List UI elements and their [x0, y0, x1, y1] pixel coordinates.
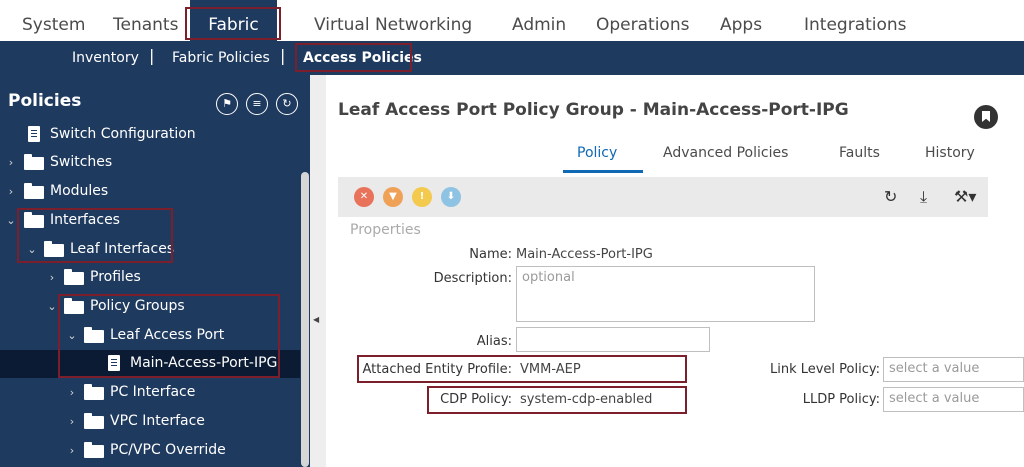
scrollbar-thumb[interactable] [301, 172, 309, 467]
folder-icon [84, 327, 104, 343]
sidebar-title: Policies [8, 91, 82, 111]
refresh-icon[interactable]: ↻ [884, 187, 897, 206]
subnav-fabric-policies[interactable]: Fabric Policies [172, 41, 270, 75]
chevron-right-icon[interactable]: › [6, 156, 16, 170]
attached-entity-profile-label: Attached Entity Profile: [362, 362, 512, 377]
chevron-right-icon[interactable]: › [67, 386, 77, 400]
tree-item-profiles[interactable]: › Profiles [0, 264, 300, 292]
alias-label: Alias: [476, 334, 512, 349]
lldp-policy-select[interactable]: select a value [883, 387, 1024, 412]
alias-field[interactable] [516, 327, 710, 352]
folder-icon [44, 241, 64, 257]
download-icon[interactable]: ⤓ [920, 187, 927, 207]
folder-icon [24, 212, 44, 228]
detail-toolbar: ✕ ▼ ! ⬇ ↻ ⤓ ⚒▾ [338, 177, 988, 217]
nav-fabric[interactable]: Fabric [190, 0, 277, 41]
chevron-down-icon[interactable]: ⌄ [27, 243, 37, 257]
folder-icon [84, 384, 104, 400]
critical-fault-icon[interactable]: ✕ [354, 187, 374, 207]
page-title: Leaf Access Port Policy Group - Main-Acc… [338, 100, 849, 120]
tree-item-pc-vpc-override[interactable]: › PC/VPC Override [0, 437, 300, 465]
folder-icon [84, 413, 104, 429]
chevron-right-icon[interactable]: › [6, 185, 16, 199]
warning-fault-icon[interactable]: ⬇ [441, 187, 461, 207]
chevron-right-icon[interactable]: › [67, 444, 77, 458]
folder-icon [64, 298, 84, 314]
link-level-policy-label: Link Level Policy: [769, 362, 880, 377]
tree-item-leaf-interfaces[interactable]: ⌄ Leaf Interfaces [0, 236, 300, 264]
major-fault-icon[interactable]: ▼ [383, 187, 403, 207]
folder-icon [64, 269, 84, 285]
attached-entity-profile-value[interactable]: VMM-AEP [520, 362, 581, 377]
policies-sidebar: Policies ⚑ ≡ ↻ Switch Configuration › Sw… [0, 75, 310, 467]
chevron-down-icon[interactable]: ⌄ [6, 214, 16, 228]
tools-icon[interactable]: ⚒▾ [954, 187, 976, 206]
sub-navigation: Inventory | Fabric Policies | Access Pol… [0, 41, 1024, 75]
flag-icon[interactable]: ⚑ [216, 93, 238, 115]
tree-item-switch-configuration[interactable]: Switch Configuration [0, 121, 300, 149]
properties-heading: Properties [350, 222, 421, 238]
link-level-policy-select[interactable]: select a value [883, 357, 1024, 382]
subnav-access-policies[interactable]: Access Policies [303, 41, 422, 75]
chevron-down-icon[interactable]: ⌄ [47, 300, 57, 314]
refresh-icon[interactable]: ↻ [276, 93, 298, 115]
folder-icon [24, 183, 44, 199]
folder-icon [24, 154, 44, 170]
document-icon [108, 355, 120, 371]
tab-history[interactable]: History [925, 145, 975, 161]
tree-item-vpc-interface[interactable]: › VPC Interface [0, 408, 300, 436]
cdp-policy-label: CDP Policy: [440, 392, 512, 407]
document-icon [28, 126, 40, 142]
chevron-right-icon[interactable]: › [67, 415, 77, 429]
chevron-right-icon[interactable]: › [47, 271, 57, 285]
panel-splitter[interactable]: ◀ [310, 75, 326, 467]
bookmark-icon[interactable] [974, 105, 998, 129]
tab-advanced-policies[interactable]: Advanced Policies [663, 145, 788, 161]
nav-apps[interactable]: Apps [720, 0, 762, 41]
tree-item-switches[interactable]: › Switches [0, 149, 300, 177]
nav-operations[interactable]: Operations [596, 0, 689, 41]
name-value: Main-Access-Port-IPG [516, 247, 653, 262]
collapse-arrow-icon[interactable]: ◀ [313, 315, 319, 324]
chevron-down-icon[interactable]: ⌄ [67, 329, 77, 343]
cdp-policy-value[interactable]: system-cdp-enabled [520, 392, 652, 407]
lldp-policy-label: LLDP Policy: [802, 392, 880, 407]
subnav-inventory[interactable]: Inventory [72, 41, 139, 75]
top-navigation: System Tenants Fabric Virtual Networking… [0, 0, 1024, 41]
minor-fault-icon[interactable]: ! [412, 187, 432, 207]
active-tab-indicator [563, 170, 643, 173]
nav-virtual-networking[interactable]: Virtual Networking [314, 0, 472, 41]
nav-system[interactable]: System [22, 0, 85, 41]
tab-policy[interactable]: Policy [577, 145, 617, 161]
policy-detail-panel: Leaf Access Port Policy Group - Main-Acc… [326, 75, 1024, 467]
description-field[interactable]: optional [516, 266, 815, 322]
name-label: Name: [469, 247, 512, 262]
tree-item-modules[interactable]: › Modules [0, 178, 300, 206]
nav-admin[interactable]: Admin [512, 0, 566, 41]
list-icon[interactable]: ≡ [246, 93, 268, 115]
tree-item-policy-groups[interactable]: ⌄ Policy Groups [0, 293, 300, 321]
nav-tenants[interactable]: Tenants [113, 0, 178, 41]
tree-item-pc-interface[interactable]: › PC Interface [0, 379, 300, 407]
subnav-separator: | [149, 46, 155, 65]
nav-integrations[interactable]: Integrations [804, 0, 907, 41]
tab-faults[interactable]: Faults [839, 145, 880, 161]
sidebar-scrollbar[interactable] [300, 75, 310, 467]
description-label: Description: [433, 271, 512, 286]
tree-item-leaf-access-port[interactable]: ⌄ Leaf Access Port [0, 322, 300, 350]
subnav-separator: | [280, 46, 286, 65]
folder-icon [84, 442, 104, 458]
tree-item-main-access-port-ipg[interactable]: Main-Access-Port-IPG [0, 350, 300, 378]
tree-item-interfaces[interactable]: ⌄ Interfaces [0, 207, 300, 235]
